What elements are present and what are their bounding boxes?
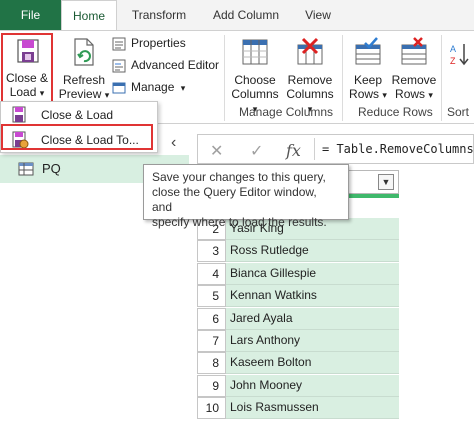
remove-columns-label-line1: Remove	[287, 73, 333, 87]
row-number: 7	[197, 330, 226, 352]
row-number: 3	[197, 240, 226, 263]
remove-columns-icon	[297, 37, 323, 65]
tooltip-line: specify where to load the results.	[152, 215, 327, 229]
table-cell[interactable]: Kaseem Bolton	[226, 352, 399, 375]
refresh-label-line1: Refresh	[62, 73, 106, 87]
ribbon-tab-strip: File Home Transform Add Column View	[0, 0, 474, 31]
group-label-reduce-rows: Reduce Rows	[358, 105, 433, 119]
properties-button[interactable]: Properties	[111, 33, 186, 53]
advanced-editor-icon	[112, 59, 126, 73]
tab-transform[interactable]: Transform	[122, 0, 196, 30]
close-load-icon	[12, 106, 26, 123]
highlight-close-load-to	[1, 124, 153, 150]
group-label-sort: Sort	[447, 105, 470, 119]
tab-view[interactable]: View	[296, 0, 340, 30]
choose-columns-label-line1: Choose	[234, 73, 276, 87]
svg-text:A: A	[450, 44, 456, 54]
cancel-icon[interactable]: ✕	[210, 141, 223, 161]
manage-label: Manage	[131, 80, 175, 94]
table-row[interactable]: 4 Bianca Gillespie	[197, 262, 399, 285]
query-item-label: PQ	[42, 161, 61, 176]
table-row[interactable]: 7 Lars Anthony	[197, 330, 399, 352]
row-number: 8	[197, 352, 226, 375]
menu-item-close-load-label: Close & Load	[41, 108, 114, 122]
table-cell[interactable]: John Mooney	[226, 374, 399, 397]
column-filter-dropdown-icon[interactable]: ▼	[378, 174, 394, 190]
choose-columns-button[interactable]: Choose Columns ▾	[230, 35, 280, 114]
table-cell[interactable]: Kennan Watkins	[226, 285, 399, 308]
table-cell[interactable]: Lois Rasmussen	[226, 397, 399, 420]
table-row[interactable]: 5 Kennan Watkins	[197, 285, 399, 308]
table-row[interactable]: 9 John Mooney	[197, 374, 399, 397]
tab-home[interactable]: Home	[61, 0, 117, 31]
choose-columns-icon	[242, 39, 268, 65]
close-load-to-tooltip: Save your changes to this query, close t…	[143, 164, 349, 229]
table-row[interactable]: 10 Lois Rasmussen	[197, 397, 399, 420]
keep-rows-label-line1: Keep	[353, 73, 383, 87]
choose-columns-label-line2: Columns	[231, 87, 279, 101]
keep-rows-label-line2: Rows	[349, 87, 380, 101]
table-icon	[18, 162, 34, 176]
svg-text:Z: Z	[450, 56, 456, 66]
sort-button[interactable]: A Z	[446, 35, 474, 103]
table-row[interactable]: 3 Ross Rutledge	[197, 240, 399, 263]
tab-add-column[interactable]: Add Column	[203, 0, 289, 30]
formula-bar: ✕ ✓ fx = Table.RemoveColumns(	[197, 134, 474, 164]
highlight-close-load	[1, 33, 53, 104]
table-row[interactable]: 6 Jared Ayala	[197, 307, 399, 330]
commit-icon[interactable]: ✓	[250, 141, 263, 161]
remove-columns-label-line2: Columns	[286, 87, 334, 101]
chevron-down-icon: ▾	[104, 90, 110, 100]
refresh-preview-button[interactable]: Refresh Preview ▾	[58, 35, 110, 103]
remove-rows-icon	[401, 37, 427, 65]
refresh-icon	[74, 38, 94, 66]
advanced-editor-button[interactable]: Advanced Editor	[111, 55, 219, 75]
properties-label: Properties	[131, 36, 186, 50]
collapse-pane-icon[interactable]: ‹	[171, 134, 176, 152]
chevron-down-icon: ▾	[180, 83, 186, 93]
row-number: 5	[197, 285, 226, 308]
sort-icon: A Z	[450, 44, 469, 66]
remove-rows-label-line2: Rows	[395, 87, 426, 101]
properties-icon	[112, 37, 126, 51]
chevron-down-icon: ▾	[428, 90, 433, 100]
manage-button[interactable]: Manage ▾	[111, 77, 185, 97]
row-number: 4	[197, 262, 226, 285]
table-cell[interactable]: Bianca Gillespie	[226, 262, 399, 285]
refresh-label-line2: Preview	[58, 87, 102, 101]
fx-icon[interactable]: fx	[286, 141, 301, 160]
chevron-down-icon: ▾	[382, 90, 387, 100]
remove-rows-button[interactable]: Remove Rows ▾	[390, 35, 438, 103]
remove-columns-button[interactable]: Remove Columns ▾	[284, 35, 336, 114]
tab-file[interactable]: File	[0, 0, 61, 30]
row-number: 10	[197, 397, 226, 420]
tooltip-line: close the Query Editor window, and	[152, 185, 317, 214]
group-divider	[342, 35, 343, 121]
manage-icon	[112, 82, 126, 94]
remove-rows-label-line1: Remove	[391, 73, 437, 87]
formula-input[interactable]: = Table.RemoveColumns(	[322, 142, 474, 156]
table-row[interactable]: 8 Kaseem Bolton	[197, 352, 399, 375]
advanced-editor-label: Advanced Editor	[131, 58, 220, 72]
table-cell[interactable]: Lars Anthony	[226, 330, 399, 352]
group-label-manage-columns: Manage Columns	[239, 105, 334, 119]
group-divider	[441, 35, 442, 121]
row-number: 6	[197, 307, 226, 330]
keep-rows-icon	[355, 37, 381, 65]
keep-rows-button[interactable]: Keep Rows ▾	[346, 35, 390, 103]
row-number: 9	[197, 374, 226, 397]
formula-divider	[314, 138, 315, 160]
table-cell[interactable]: Jared Ayala	[226, 307, 399, 330]
tooltip-line: Save your changes to this query,	[152, 170, 326, 184]
table-cell[interactable]: Ross Rutledge	[226, 240, 399, 263]
group-divider	[224, 35, 225, 121]
